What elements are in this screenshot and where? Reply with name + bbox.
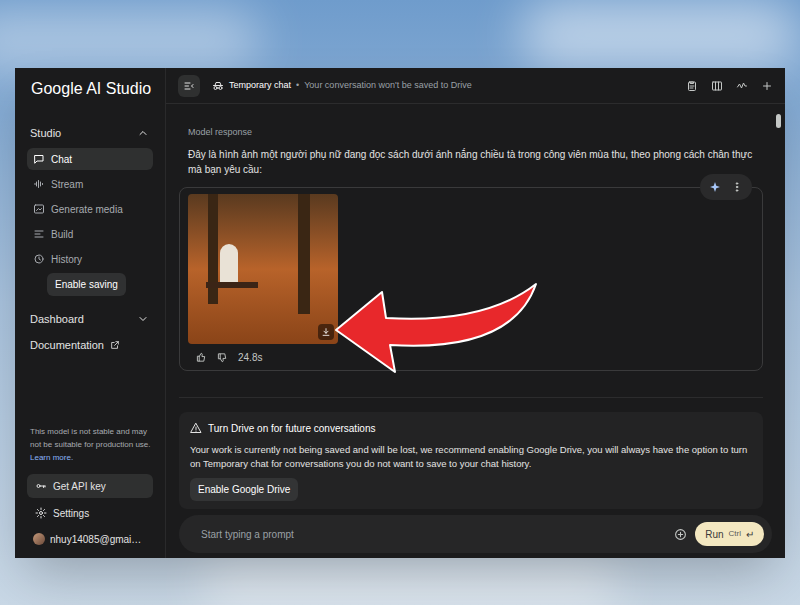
toolbar — [686, 80, 773, 92]
drive-notice-text: Your work is currently not being saved a… — [190, 443, 752, 471]
run-label: Run — [705, 527, 723, 542]
sidebar-item-label: Chat — [51, 152, 72, 167]
gear-icon — [35, 507, 47, 519]
compare-icon[interactable] — [711, 80, 723, 92]
enable-saving-button[interactable]: Enable saving — [47, 273, 126, 296]
section-label: Studio — [30, 125, 61, 142]
tree — [298, 194, 310, 314]
response-text: Đây là hình ảnh một người phụ nữ đang đọ… — [179, 147, 763, 177]
drive-notice-title: Turn Drive on for future conversations — [208, 421, 375, 436]
chat-type: Temporary chat • Your conversation won't b… — [212, 79, 472, 93]
clipboard-icon[interactable] — [686, 80, 698, 92]
notice-text: This model is not stable and may not be … — [30, 427, 151, 449]
figure — [220, 244, 238, 284]
collapse-icon — [183, 80, 195, 92]
chat-area: Model response Đây là hình ảnh một người … — [166, 104, 785, 509]
enable-drive-button[interactable]: Enable Google Drive — [190, 478, 298, 501]
separator: • — [296, 79, 299, 93]
key-icon — [35, 480, 47, 492]
shortcut-label: Ctrl — [729, 528, 741, 540]
drive-notice: Turn Drive on for future conversations Yo… — [179, 412, 763, 509]
more-icon[interactable] — [731, 181, 743, 193]
chevron-icon[interactable] — [137, 313, 149, 325]
sidebar-item[interactable]: Stream — [27, 173, 153, 195]
studio-section[interactable]: Studio — [27, 124, 153, 142]
app-title: Google AI Studio — [27, 78, 153, 100]
sidebar-item-label: History — [51, 252, 82, 267]
sidebar-item[interactable]: Generate media — [27, 198, 153, 220]
image-card: 24.8s — [179, 187, 763, 371]
avatar-icon — [33, 533, 45, 545]
spacer — [27, 354, 153, 425]
documentation-label: Documentation — [30, 337, 104, 354]
settings-label: Settings — [53, 506, 89, 521]
sidebar-list: Chat Stream Generate media Build History — [27, 148, 153, 270]
sidebar-item-label: Stream — [51, 177, 83, 192]
chat-type-label: Temporary chat — [229, 79, 291, 93]
sidebar-item-icon — [33, 253, 45, 265]
feedback-row: 24.8s — [196, 350, 762, 366]
sidebar-toggle[interactable] — [178, 75, 200, 97]
sidebar-item-icon — [33, 203, 45, 215]
duration: 24.8s — [238, 350, 262, 365]
sidebar-item[interactable]: Chat — [27, 148, 153, 170]
sidebar-item-icon — [33, 153, 45, 165]
external-link-icon — [110, 340, 120, 350]
generated-image[interactable] — [188, 194, 338, 344]
learn-more-link[interactable]: Learn more. — [30, 453, 73, 462]
sidebar-item-label: Build — [51, 227, 73, 242]
top-bar: Temporary chat • Your conversation won't b… — [166, 68, 785, 104]
chat-note: Your conversation won't be saved to Driv… — [304, 79, 471, 93]
sidebar-item[interactable]: Build — [27, 223, 153, 245]
model-notice: This model is not stable and may not be … — [27, 425, 153, 464]
chevron-icon[interactable] — [137, 127, 149, 139]
divider — [179, 397, 763, 398]
prompt-bar: Run Ctrl ↵ — [179, 515, 772, 553]
main-panel: Temporary chat • Your conversation won't b… — [165, 68, 785, 558]
arrow-icon — [0, 0, 800, 605]
section-label: Dashboard — [30, 311, 84, 328]
documentation-link[interactable]: Documentation — [27, 336, 153, 354]
shortcut-key: ↵ — [746, 527, 754, 542]
sidebar: Google AI Studio Studio Chat Stream Generate… — [15, 68, 165, 558]
scrollbar-thumb[interactable] — [776, 114, 781, 128]
dashboard-section[interactable]: Dashboard — [27, 310, 153, 328]
thumbs-down-icon[interactable] — [217, 352, 228, 363]
download-icon — [321, 327, 331, 337]
plus-icon[interactable] — [761, 80, 773, 92]
incognito-icon — [212, 80, 224, 92]
api-key-label: Get API key — [53, 479, 106, 494]
sidebar-item-icon — [33, 228, 45, 240]
tune-icon[interactable] — [736, 80, 748, 92]
settings-link[interactable]: Settings — [27, 502, 153, 524]
add-icon[interactable] — [674, 528, 687, 541]
warning-icon — [190, 422, 202, 434]
account-email: nhuy14085@gmai… — [50, 532, 141, 547]
drive-notice-header: Turn Drive on for future conversations — [190, 421, 752, 436]
sparkle-icon[interactable] — [709, 181, 721, 193]
download-button[interactable] — [318, 324, 334, 340]
scrollbar[interactable] — [776, 114, 781, 514]
cloud — [200, 560, 620, 605]
cloud — [520, 0, 800, 70]
app-window: Google AI Studio Studio Chat Stream Generate… — [15, 68, 785, 558]
cloud — [0, 10, 260, 70]
run-button[interactable]: Run Ctrl ↵ — [695, 522, 764, 546]
get-api-key-button[interactable]: Get API key — [27, 474, 153, 498]
prompt-input[interactable] — [201, 527, 666, 542]
thumbs-up-icon[interactable] — [196, 352, 207, 363]
sidebar-item-icon — [33, 178, 45, 190]
bench — [206, 282, 258, 288]
sidebar-item-label: Generate media — [51, 202, 123, 217]
response-label: Model response — [179, 126, 763, 140]
sidebar-item[interactable]: History — [27, 248, 153, 270]
account[interactable]: nhuy14085@gmai… — [27, 528, 153, 550]
image-actions — [700, 174, 752, 200]
